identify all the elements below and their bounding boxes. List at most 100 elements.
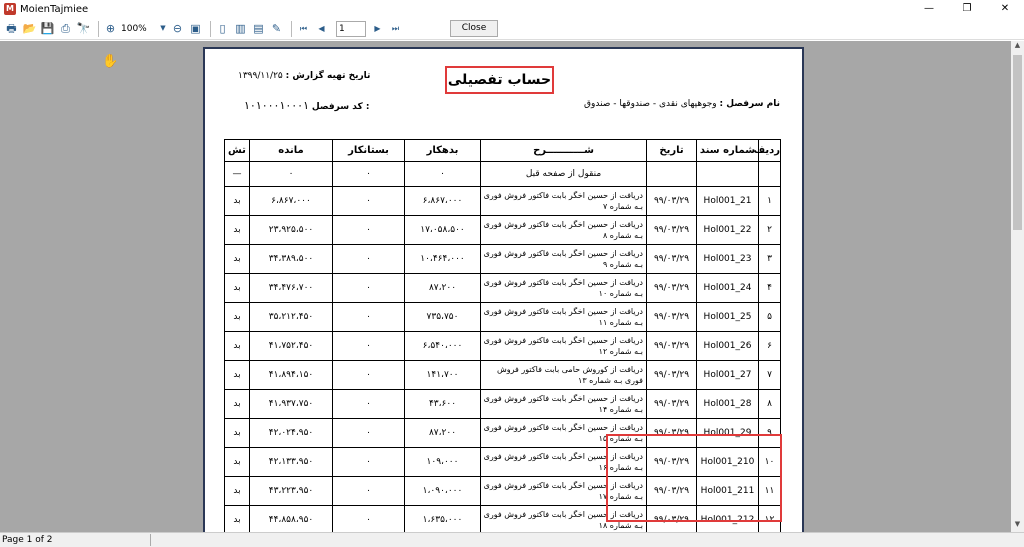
toolbar-separator <box>98 20 99 37</box>
credit: ۰ <box>332 186 405 216</box>
find-icon[interactable]: 🔭 <box>76 21 91 36</box>
doc-date: ۹۹/۰۳/۲۹ <box>646 331 697 361</box>
table-header-row: ردیف شماره سند تاریخ شـــــــــــرح بدهک… <box>224 139 781 162</box>
first-page-icon[interactable]: ⏮ <box>296 21 311 36</box>
description: دریافت از حسین اخگر بابت فاکتور فروش فور… <box>480 244 647 274</box>
print-preview-icon[interactable]: ⎙ <box>58 21 73 36</box>
description: دریافت از حسین اخگر بابت فاکتور فروش فور… <box>480 505 647 535</box>
debit: ۱،۶۳۵،۰۰۰ <box>404 505 481 535</box>
carry-balance: ۰ <box>249 161 333 187</box>
row-number: ۵ <box>758 302 781 332</box>
col-balance: مانده <box>249 139 333 162</box>
doc-date: ۹۹/۰۳/۲۹ <box>646 505 697 535</box>
status-bar: Page 1 of 2 <box>0 532 1024 547</box>
doc-date: ۹۹/۰۳/۲۹ <box>646 447 697 477</box>
page-number-input[interactable]: 1 <box>336 20 366 37</box>
report-date-value: ۱۳۹۹/۱۱/۲۵ <box>238 71 283 81</box>
credit: ۰ <box>332 302 405 332</box>
edit-icon[interactable]: ✎ <box>269 21 284 36</box>
entry-type: بد <box>224 186 250 216</box>
next-page-icon[interactable]: ▶ <box>370 21 385 36</box>
debit: ۱۷،۰۵۸،۵۰۰ <box>404 215 481 245</box>
entry-type: بد <box>224 418 250 448</box>
description: دریافت از کوروش حامی بابت فاکتور فروش فو… <box>480 360 647 390</box>
carry-type: — <box>224 161 250 187</box>
credit: ۰ <box>332 505 405 535</box>
balance: ۴۳،۲۲۳،۹۵۰ <box>249 476 333 506</box>
doc-date: ۹۹/۰۳/۲۹ <box>646 476 697 506</box>
carry-forward-row: منقول از صفحه قبل ۰ ۰ ۰ — <box>224 161 781 187</box>
toolbar: 🖶 📂 💾 ⎙ 🔭 ⊕ 100% ▼ ⊖ ▣ ▯ ▥ ▤ ✎ ⏮ ◀ 1 ▶ ⏭… <box>0 18 1024 40</box>
zoom-out-icon[interactable]: ⊖ <box>170 21 185 36</box>
row-number: ۲ <box>758 215 781 245</box>
scroll-down-icon[interactable]: ▼ <box>1011 520 1024 532</box>
save-icon[interactable]: 💾 <box>40 21 55 36</box>
table-row: ۸ Hol001_28 ۹۹/۰۳/۲۹ دریافت از حسین اخگر با… <box>224 389 781 419</box>
balance: ۴۱،۷۵۲،۴۵۰ <box>249 331 333 361</box>
row-number: ۱۲ <box>758 505 781 535</box>
table-row: ۹ Hol001_29 ۹۹/۰۳/۲۹ دریافت از حسین اخگر با… <box>224 418 781 448</box>
page-setup-icon[interactable]: ▤ <box>251 21 266 36</box>
credit: ۰ <box>332 418 405 448</box>
scroll-up-icon[interactable]: ▲ <box>1011 41 1024 53</box>
credit: ۰ <box>332 360 405 390</box>
maximize-button[interactable]: ❐ <box>948 0 986 18</box>
col-date: تاریخ <box>646 139 697 162</box>
table-row: ۵ Hol001_25 ۹۹/۰۳/۲۹ دریافت از حسین اخگر با… <box>224 302 781 332</box>
table-row: ۴ Hol001_24 ۹۹/۰۳/۲۹ دریافت از حسین اخگر با… <box>224 273 781 303</box>
doc-number: Hol001_212 <box>696 505 759 535</box>
doc-number: Hol001_26 <box>696 331 759 361</box>
carry-credit: ۰ <box>332 161 405 187</box>
description: دریافت از حسین اخگر بابت فاکتور فروش فور… <box>480 447 647 477</box>
col-row-number: ردیف <box>753 139 781 162</box>
account-code-label: : کد سرفصل <box>311 102 370 112</box>
report-title: حساب تفصیلی <box>445 66 554 94</box>
previous-page-icon[interactable]: ◀ <box>314 21 329 36</box>
doc-number: Hol001_29 <box>696 418 759 448</box>
balance: ۴۴،۸۵۸،۹۵۰ <box>249 505 333 535</box>
account-name-value: وجوهپهای نقدی - صندوقها - صندوق <box>584 99 717 109</box>
doc-number: Hol001_25 <box>696 302 759 332</box>
scroll-thumb[interactable] <box>1013 55 1022 230</box>
doc-number: Hol001_28 <box>696 389 759 419</box>
close-window-button[interactable]: ✕ <box>986 0 1024 18</box>
doc-date: ۹۹/۰۳/۲۹ <box>646 389 697 419</box>
zoom-select[interactable]: 100% <box>121 21 157 37</box>
fit-page-icon[interactable]: ▣ <box>188 21 203 36</box>
account-code: : کد سرفصل ۱۰۱۰۰۰۱۰۰۰۱ <box>244 99 369 112</box>
entry-type: بد <box>224 476 250 506</box>
entry-type: بد <box>224 389 250 419</box>
carry-debit: ۰ <box>404 161 481 187</box>
report-date: تاریخ تهیه گزارش : ۱۳۹۹/۱۱/۲۵ <box>238 71 370 81</box>
close-button[interactable]: Close <box>450 20 498 37</box>
window-controls: — ❐ ✕ <box>910 0 1024 18</box>
account-code-value: ۱۰۱۰۰۰۱۰۰۰۱ <box>244 99 309 112</box>
description: دریافت از حسین اخگر بابت فاکتور فروش فور… <box>480 418 647 448</box>
account-name-label: نام سرفصل : <box>719 99 780 109</box>
multi-page-icon[interactable]: ▥ <box>233 21 248 36</box>
row-number: ۳ <box>758 244 781 274</box>
window-title: MoienTajmiee <box>20 3 89 15</box>
vertical-scrollbar[interactable]: ▲ ▼ <box>1011 41 1024 532</box>
entry-type: بد <box>224 360 250 390</box>
hand-cursor-icon: ✋ <box>102 54 119 69</box>
debit: ۸۷،۲۰۰ <box>404 418 481 448</box>
row-number: ۴ <box>758 273 781 303</box>
print-icon[interactable]: 🖶 <box>4 21 19 36</box>
debit: ۱۴۱،۷۰۰ <box>404 360 481 390</box>
status-separator <box>150 534 151 546</box>
chevron-down-icon[interactable]: ▼ <box>159 21 167 36</box>
minimize-button[interactable]: — <box>910 0 948 18</box>
table-row: ۳ Hol001_23 ۹۹/۰۳/۲۹ دریافت از حسین اخگر با… <box>224 244 781 274</box>
toolbar-separator <box>291 20 292 37</box>
table-row: ۷ Hol001_27 ۹۹/۰۳/۲۹ دریافت از کوروش حامی ب… <box>224 360 781 390</box>
credit: ۰ <box>332 389 405 419</box>
single-page-icon[interactable]: ▯ <box>215 21 230 36</box>
last-page-icon[interactable]: ⏭ <box>388 21 403 36</box>
balance: ۳۴،۳۸۹،۵۰۰ <box>249 244 333 274</box>
ledger-table: ردیف شماره سند تاریخ شـــــــــــرح بدهک… <box>224 139 781 535</box>
zoom-in-icon[interactable]: ⊕ <box>103 21 118 36</box>
debit: ۶،۸۶۷،۰۰۰ <box>404 186 481 216</box>
description: دریافت از حسین اخگر بابت فاکتور فروش فور… <box>480 331 647 361</box>
open-icon[interactable]: 📂 <box>22 21 37 36</box>
